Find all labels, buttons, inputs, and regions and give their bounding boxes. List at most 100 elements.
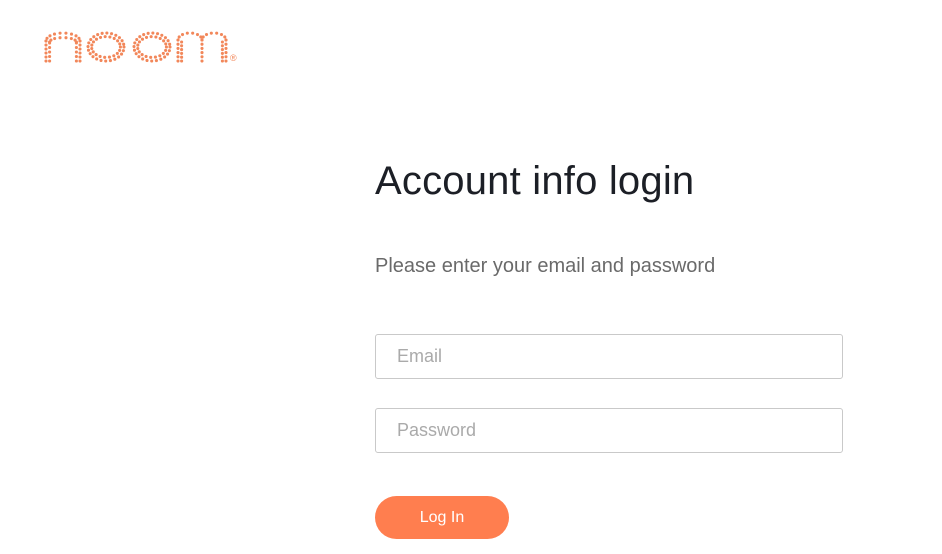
logo-dot (163, 36, 167, 40)
logo-dot (44, 59, 48, 63)
logo-dot (220, 48, 224, 52)
logo-dot (69, 32, 74, 36)
logo-dot (117, 36, 121, 40)
logo-dot (74, 45, 78, 50)
password-field[interactable] (375, 408, 843, 453)
login-page: ® Account info login Please enter your e… (0, 0, 942, 554)
logo-dot (77, 36, 81, 40)
logo-dot (154, 35, 158, 39)
logo-dot (91, 55, 95, 59)
logo-dot (166, 39, 170, 43)
logo-dot (160, 33, 164, 37)
logo-dot (91, 40, 96, 44)
logo-dot (78, 59, 82, 63)
logo-dot (176, 38, 180, 42)
logo-dot (177, 35, 181, 39)
page-title: Account info login (375, 159, 695, 203)
logo-dot (74, 50, 78, 54)
logo-dot (94, 53, 98, 57)
logo-dot (220, 44, 224, 48)
logo-dot (86, 45, 90, 49)
logo-dot (98, 54, 102, 59)
logo-dot (158, 36, 162, 40)
logo-dot (223, 35, 227, 39)
logo-dot (165, 52, 170, 56)
logo-dot (48, 45, 52, 50)
logo-dot (149, 55, 153, 59)
logo-dot (200, 42, 204, 46)
logo-dot (95, 57, 99, 61)
logo-dot (224, 59, 228, 63)
logo-dot (114, 33, 118, 37)
logo-dot (146, 31, 150, 35)
logo-dot (167, 49, 171, 53)
logo-dot (53, 37, 57, 41)
logo-dot (176, 59, 180, 63)
logo-dot (155, 32, 160, 36)
noom-logo[interactable]: ® (44, 27, 244, 67)
logo-dot (64, 36, 68, 40)
logo-dot (90, 47, 94, 51)
login-button[interactable]: Log In (375, 496, 509, 539)
logo-dot (78, 55, 82, 59)
logo-dot (44, 51, 48, 55)
logo-dot (78, 47, 82, 51)
logo-dot (176, 46, 180, 50)
logo-dot (90, 43, 94, 47)
logo-dot (45, 36, 49, 40)
logo-dot (92, 35, 96, 39)
logo-dot (48, 50, 52, 54)
logo-dot (168, 42, 172, 46)
page-subtitle: Please enter your email and password (375, 255, 716, 277)
logo-dot (164, 48, 168, 52)
logo-dot (224, 55, 228, 59)
logo-dot (168, 45, 172, 49)
logo-dot (185, 31, 189, 35)
noom-logo-icon: ® (44, 31, 237, 63)
logo-dot (103, 55, 107, 59)
logo-dot (89, 38, 93, 42)
logo-dot (134, 52, 138, 56)
logo-dot (91, 50, 95, 54)
logo-dot (140, 37, 145, 41)
logo-dot (180, 51, 184, 55)
logo-dot (122, 42, 126, 46)
logo-dot (176, 42, 180, 46)
logo-dot (144, 35, 149, 39)
logo-dot (215, 31, 219, 35)
logo-dot (200, 55, 204, 59)
logo-dot (103, 35, 107, 39)
logo-dot (195, 32, 200, 37)
logo-dot (117, 55, 121, 59)
logo-dot (200, 59, 204, 63)
logo-dot (224, 42, 228, 46)
logo-dot (163, 55, 167, 59)
logo-dot (136, 47, 140, 51)
logo-dot (98, 35, 103, 39)
logo-dot (137, 55, 141, 59)
logo-dot (201, 35, 205, 39)
logo-dot (149, 35, 153, 39)
logo-dot (48, 59, 52, 63)
logo-dot (145, 58, 149, 62)
logo-dot (44, 39, 48, 43)
logo-dot (74, 40, 78, 44)
logo-dot (48, 54, 52, 59)
logo-dot (159, 57, 163, 61)
logo-dot (113, 57, 117, 61)
logo-dot (119, 52, 124, 56)
logo-dot (104, 59, 108, 63)
logo-dot (224, 38, 228, 42)
logo-dot (153, 55, 157, 59)
logo-dot (176, 51, 180, 55)
logo-dot (136, 43, 140, 47)
logo-dot (191, 31, 195, 35)
logo-dot (140, 53, 144, 57)
logo-dot (118, 48, 122, 52)
logo-dot (58, 31, 62, 35)
logo-dot (78, 51, 82, 55)
logo-dot (180, 59, 184, 63)
email-field[interactable] (375, 334, 843, 379)
logo-dot (44, 55, 48, 59)
logo-dot (112, 36, 116, 40)
